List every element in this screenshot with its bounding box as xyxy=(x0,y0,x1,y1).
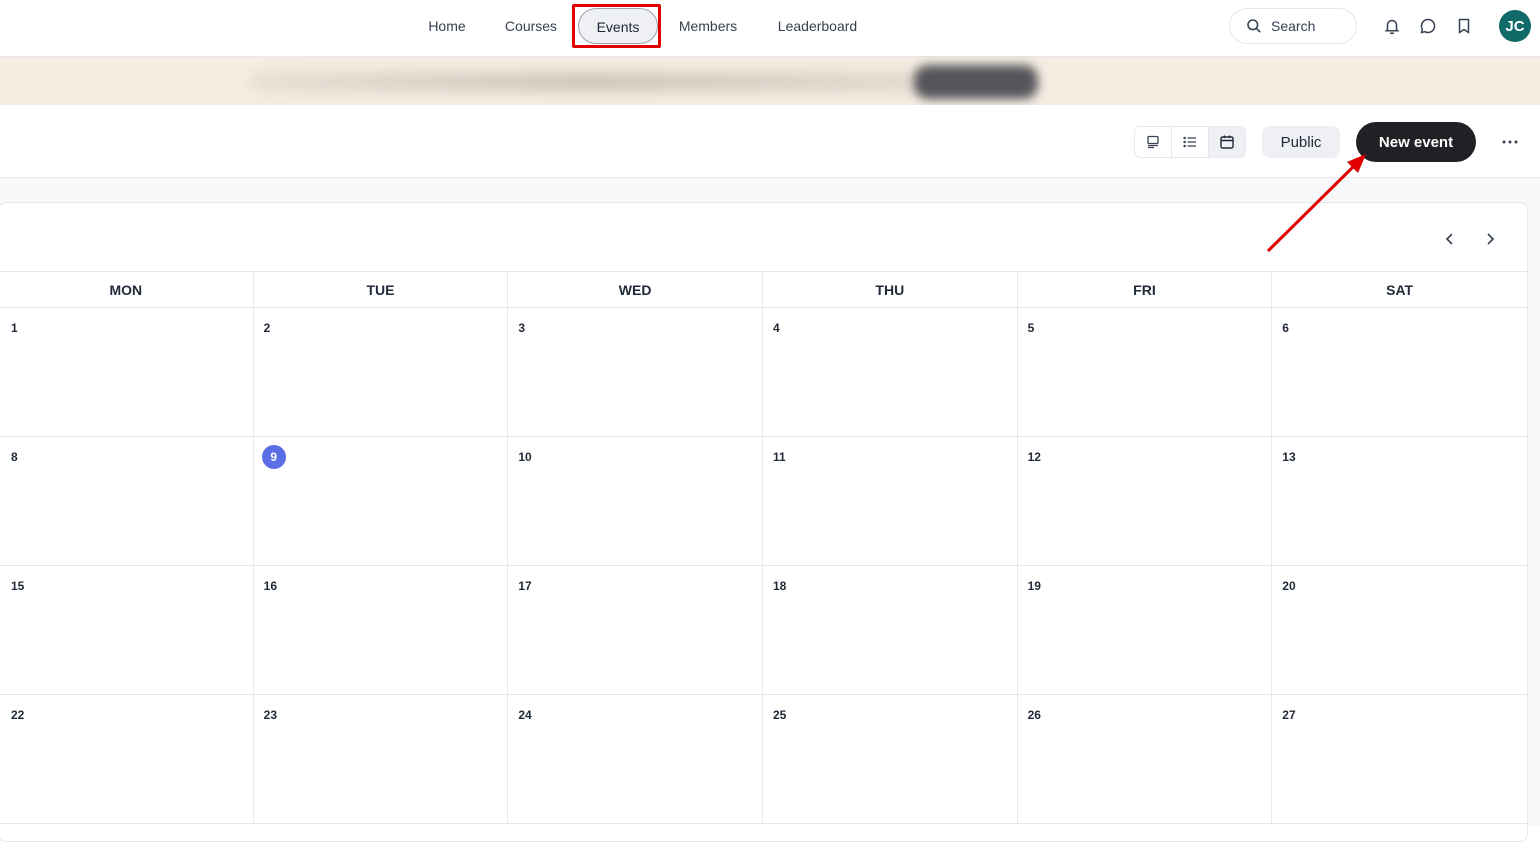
weekday-header: SAT xyxy=(1386,281,1414,298)
day-number: 24 xyxy=(518,708,532,722)
day-number: 2 xyxy=(263,321,271,335)
day-cell[interactable]: 3 xyxy=(508,308,763,436)
more-options-icon[interactable] xyxy=(1498,130,1522,154)
day-number: 12 xyxy=(1027,450,1041,464)
banner-blurred-text xyxy=(250,72,930,92)
bell-icon[interactable] xyxy=(1381,15,1403,37)
day-cell[interactable]: 16 xyxy=(254,566,509,694)
top-nav: Home Courses Events Members Leaderboard … xyxy=(0,0,1540,57)
day-cell[interactable]: 19 xyxy=(1018,566,1273,694)
avatar[interactable]: JC xyxy=(1499,10,1531,42)
calendar-view-icon[interactable] xyxy=(1209,127,1245,157)
day-cell[interactable]: 24 xyxy=(508,695,763,823)
day-number: 26 xyxy=(1027,708,1041,722)
day-cell[interactable]: 9 xyxy=(254,437,509,565)
weekday-header: THU xyxy=(763,272,1018,307)
day-cell[interactable]: 22 xyxy=(0,695,254,823)
day-number: 20 xyxy=(1282,579,1296,593)
day-number: 4 xyxy=(772,321,780,335)
day-number: 25 xyxy=(772,708,787,722)
day-cell[interactable]: 10 xyxy=(508,437,763,565)
day-number: 18 xyxy=(772,579,787,593)
weekday-header-row: MON TUE WED THU FRI SAT xyxy=(0,271,1527,308)
day-number: 17 xyxy=(518,579,532,593)
day-cell[interactable]: 26 xyxy=(1018,695,1273,823)
week-row: 15 16 17 18 19 20 xyxy=(0,566,1527,695)
announcement-banner xyxy=(0,57,1540,105)
day-cell[interactable]: 23 xyxy=(254,695,509,823)
weekday-header: FRI xyxy=(1018,272,1273,307)
week-row: 22 23 24 25 26 27 xyxy=(0,695,1527,824)
day-cell[interactable]: 11 xyxy=(763,437,1018,565)
day-cell[interactable]: 2 xyxy=(254,308,509,436)
new-event-button[interactable]: New event xyxy=(1356,122,1476,162)
day-number: 27 xyxy=(1282,708,1296,722)
day-cell[interactable]: 27 xyxy=(1272,695,1527,823)
events-toolbar: Public New event xyxy=(0,105,1540,178)
day-cell[interactable]: 18 xyxy=(763,566,1018,694)
search-label: Search xyxy=(1271,18,1316,34)
weekday-header: TUE xyxy=(254,272,509,307)
day-cell[interactable]: 25 xyxy=(763,695,1018,823)
weekday-header: MON xyxy=(0,272,254,307)
bookmark-icon[interactable] xyxy=(1453,15,1475,37)
calendar-grid: MON TUE WED THU FRI SAT 1 2 3 4 5 6 8 9 … xyxy=(0,271,1527,824)
banner-blurred-button[interactable] xyxy=(914,65,1038,99)
day-number: 23 xyxy=(263,708,278,722)
day-cell[interactable]: 15 xyxy=(0,566,254,694)
search-input[interactable]: Search xyxy=(1229,8,1357,44)
nav-leaderboard[interactable]: Leaderboard xyxy=(770,8,865,44)
day-number: 11 xyxy=(772,450,786,464)
day-number: 3 xyxy=(518,321,525,335)
content-area: MON TUE WED THU FRI SAT 1 2 3 4 5 6 8 9 … xyxy=(0,178,1540,842)
day-number: 1 xyxy=(11,321,18,335)
day-cell[interactable]: 12 xyxy=(1018,437,1273,565)
day-number: 6 xyxy=(1282,321,1289,335)
public-button[interactable]: Public xyxy=(1262,126,1340,158)
week-row: 1 2 3 4 5 6 xyxy=(0,308,1527,437)
day-cell[interactable]: 8 xyxy=(0,437,254,565)
today-badge: 9 xyxy=(261,445,286,469)
day-number: 13 xyxy=(1282,450,1296,464)
day-number: 15 xyxy=(11,579,25,593)
day-cell[interactable]: 13 xyxy=(1272,437,1527,565)
day-number: 8 xyxy=(11,450,18,464)
day-cell[interactable]: 6 xyxy=(1272,308,1527,436)
chevron-right-icon[interactable] xyxy=(1478,227,1502,251)
search-icon xyxy=(1247,19,1261,33)
calendar-card: MON TUE WED THU FRI SAT 1 2 3 4 5 6 8 9 … xyxy=(0,202,1528,842)
day-cell[interactable]: 4 xyxy=(763,308,1018,436)
chevron-left-icon[interactable] xyxy=(1438,227,1462,251)
view-switcher xyxy=(1134,126,1246,158)
day-cell[interactable]: 20 xyxy=(1272,566,1527,694)
list-view-icon[interactable] xyxy=(1172,127,1209,157)
nav-members[interactable]: Members xyxy=(672,8,744,44)
day-number: 10 xyxy=(518,450,532,464)
nav-events[interactable]: Events xyxy=(578,8,658,44)
day-number: 19 xyxy=(1027,579,1041,593)
day-number: 22 xyxy=(11,708,25,722)
day-cell[interactable]: 17 xyxy=(508,566,763,694)
day-cell[interactable]: 1 xyxy=(0,308,254,436)
nav-courses[interactable]: Courses xyxy=(497,8,565,44)
chat-bubble-icon[interactable] xyxy=(1417,15,1439,37)
week-row: 8 9 10 11 12 13 xyxy=(0,437,1527,566)
day-number: 5 xyxy=(1027,321,1035,335)
day-cell[interactable]: 5 xyxy=(1018,308,1273,436)
nav-home[interactable]: Home xyxy=(417,8,477,44)
weekday-header: WED xyxy=(508,272,763,307)
card-view-icon[interactable] xyxy=(1135,127,1172,157)
day-number: 16 xyxy=(263,579,278,593)
